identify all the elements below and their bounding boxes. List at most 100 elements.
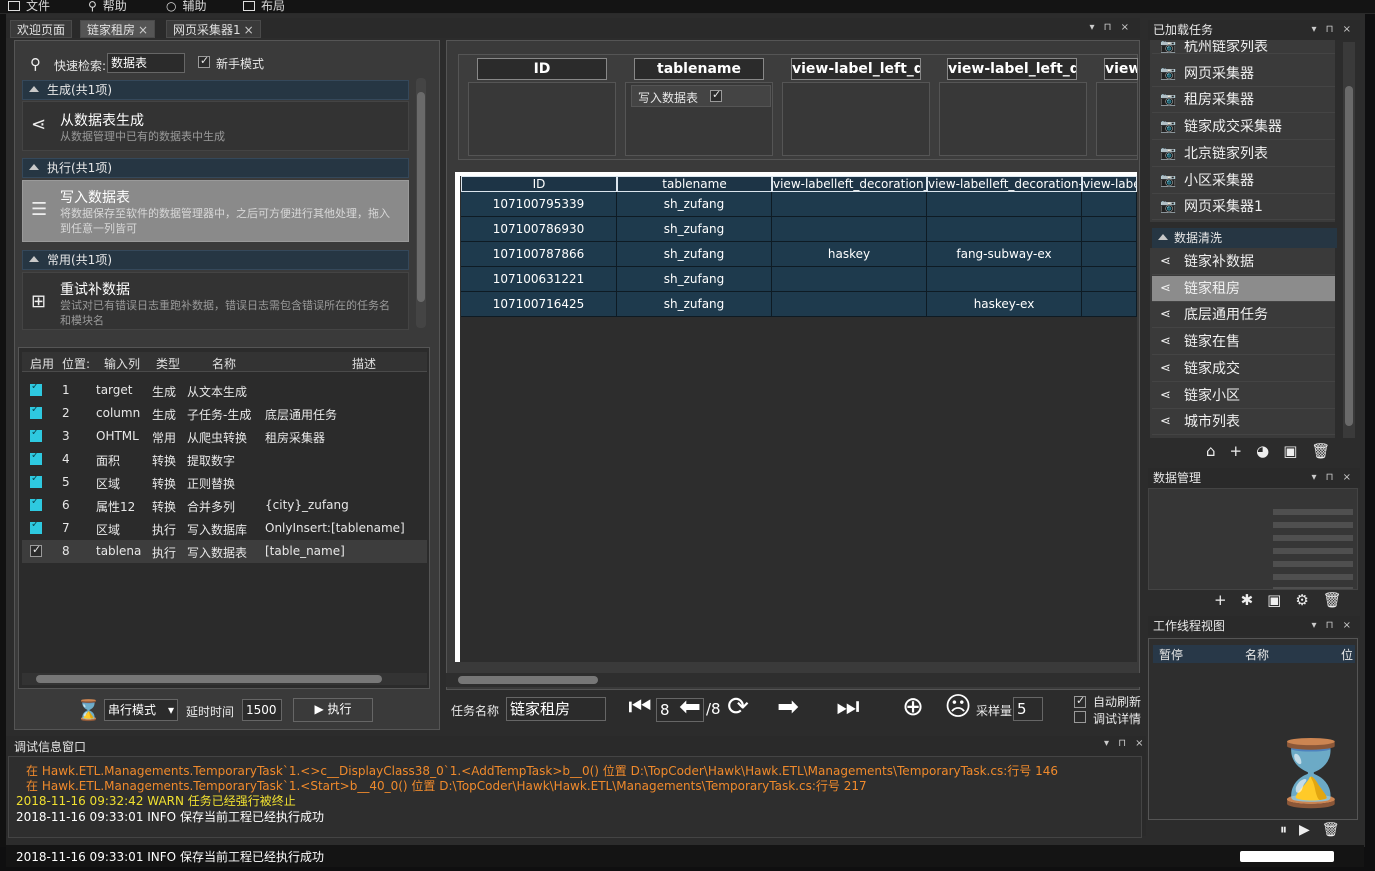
pipeline-row[interactable]: 1target生成从文本生成	[22, 379, 427, 402]
group-execute[interactable]: 执行(共1项)	[22, 158, 409, 178]
pipeline-row[interactable]: 7区域执行写入数据库OnlyInsert:[tablename]	[22, 517, 427, 540]
cleaning-task-item[interactable]: ⋖ 城市列表	[1152, 409, 1335, 436]
pipeline-row[interactable]: 8tablena执行写入数据表[table_name]	[22, 540, 427, 563]
trash-icon[interactable]: 🗑	[1311, 442, 1344, 460]
table-cell[interactable]: 107100631221	[461, 267, 617, 292]
enable-checkbox[interactable]	[30, 545, 42, 557]
prop-col-tablename[interactable]: tablename	[634, 58, 764, 80]
prop-col-id[interactable]: ID	[477, 58, 607, 80]
enable-checkbox[interactable]	[30, 453, 42, 465]
prop-col-view[interactable]: view	[1104, 58, 1138, 80]
table-cell[interactable]	[772, 267, 927, 292]
cleaning-task-item[interactable]: ⋖ 链家小区	[1152, 383, 1335, 409]
enable-checkbox[interactable]	[30, 476, 42, 488]
enable-checkbox[interactable]	[30, 430, 42, 442]
add-icon[interactable]: +	[1214, 591, 1241, 609]
table-cell[interactable]: sh_zufang	[617, 242, 772, 267]
table-cell[interactable]	[772, 217, 927, 242]
novice-checkbox[interactable]	[198, 54, 210, 71]
table-cell[interactable]	[927, 217, 1082, 242]
menu-assist[interactable]: ○ 辅助	[166, 0, 207, 14]
enable-checkbox[interactable]	[30, 384, 42, 396]
panel-controls[interactable]: ▾ ⊓ ×	[1311, 468, 1354, 488]
debug-icon[interactable]: ☹	[942, 692, 974, 724]
table-cell[interactable]	[772, 192, 927, 217]
palette-icon[interactable]: ◕	[1256, 442, 1283, 460]
zoom-icon[interactable]: ⊕	[897, 692, 929, 724]
debug-detail-checkbox[interactable]	[1074, 711, 1086, 726]
table-cell[interactable]	[1082, 217, 1137, 242]
auto-refresh-checkbox[interactable]	[1074, 694, 1086, 711]
menu-help[interactable]: ⚲ 帮助	[88, 0, 127, 14]
table-header-view-label-1[interactable]: view-labelleft_decoration_c	[772, 176, 927, 192]
module-card-from-table[interactable]: ⋖ 从数据表生成 从数据管理中已有的数据表中生成	[22, 101, 409, 151]
table-cell[interactable]: haskey-ex	[927, 292, 1082, 317]
cleaning-task-item[interactable]: ⋖ 链家租房	[1152, 275, 1335, 302]
add-icon[interactable]: +	[1230, 442, 1257, 460]
sample-input[interactable]: 5	[1013, 697, 1043, 721]
pipeline-row[interactable]: 6属性12转换合并多列{city}_zufang	[22, 494, 427, 517]
table-cell[interactable]: 107100786930	[461, 217, 617, 242]
loaded-task-item[interactable]: 📷 网页采集器1	[1152, 194, 1335, 221]
table-cell[interactable]: fang-subway-ex	[927, 242, 1082, 267]
table-cell[interactable]: sh_zufang	[617, 267, 772, 292]
search-input[interactable]: 数据表	[107, 53, 185, 73]
save-icon[interactable]: ▣	[1267, 591, 1295, 609]
table-cell[interactable]: sh_zufang	[617, 292, 772, 317]
loaded-task-item[interactable]: 📷 小区采集器	[1152, 168, 1335, 194]
table-cell[interactable]: 107100795339	[461, 192, 617, 217]
table-header-id[interactable]: ID	[461, 176, 617, 192]
loaded-task-item[interactable]: 📷 网页采集器	[1152, 61, 1335, 87]
home-icon[interactable]: ⌂	[1206, 442, 1230, 460]
table-row[interactable]: 107100631221 sh_zufang	[461, 267, 1137, 292]
table-cell[interactable]	[1082, 267, 1137, 292]
pipeline-row[interactable]: 4面积转换提取数字	[22, 448, 427, 471]
table-row[interactable]: 107100786930 sh_zufang	[461, 217, 1137, 242]
trash-icon[interactable]: 🗑	[1323, 591, 1356, 609]
group-generate[interactable]: 生成(共1项)	[22, 80, 409, 100]
table-cell[interactable]	[1082, 242, 1137, 267]
task-name-input[interactable]: 链家租房	[506, 697, 606, 721]
refresh-icon[interactable]: ⟳	[722, 692, 754, 724]
loaded-task-item[interactable]: 📷 杭州链家列表	[1152, 40, 1335, 54]
save-icon[interactable]: ▣	[1283, 442, 1311, 460]
mode-select[interactable]: 串行模式 ▾	[104, 699, 178, 721]
table-row[interactable]: 107100795339 sh_zufang	[461, 192, 1137, 217]
loaded-task-item[interactable]: 📷 链家成交采集器	[1152, 114, 1335, 141]
enable-checkbox[interactable]	[30, 499, 42, 511]
enable-checkbox[interactable]	[30, 522, 42, 534]
panel-controls[interactable]: ▾ ⊓ ×	[1104, 738, 1147, 749]
close-icon[interactable]: ×	[244, 23, 254, 37]
task-scrollbar[interactable]	[1343, 42, 1355, 438]
pipeline-row[interactable]: 5区域转换正则替换	[22, 471, 427, 494]
table-cell[interactable]: sh_zufang	[617, 192, 772, 217]
gear-icon[interactable]: ⚙	[1295, 591, 1322, 609]
tab-welcome[interactable]: 欢迎页面	[10, 20, 73, 38]
pipeline-hscroll[interactable]	[22, 673, 427, 685]
table-cell[interactable]	[772, 292, 927, 317]
delay-input[interactable]: 1500	[242, 699, 282, 721]
execute-button[interactable]: ▶ 执行	[293, 698, 373, 722]
menu-file[interactable]: 文件	[8, 0, 50, 14]
cleaning-task-item[interactable]: ⋖ 底层通用任务	[1152, 302, 1335, 329]
loaded-task-item[interactable]: 📷 租房采集器	[1152, 87, 1335, 114]
first-page-icon[interactable]: ⏮	[624, 692, 656, 724]
table-row[interactable]: 107100716425 sh_zufang haskey-ex	[461, 292, 1137, 317]
table-header-view-label-3[interactable]: view-labe	[1082, 176, 1137, 192]
module-scrollbar[interactable]	[416, 78, 426, 328]
pipeline-row[interactable]: 3OHTML常用从爬虫转换租房采集器	[22, 425, 427, 448]
table-hscroll[interactable]	[446, 673, 1140, 687]
table-cell[interactable]: haskey	[772, 242, 927, 267]
play-icon[interactable]: ▶	[1299, 822, 1322, 838]
tab-lianjia-rent[interactable]: 链家租房 ×	[80, 20, 156, 38]
table-row[interactable]: 107100787866 sh_zufang haskey fang-subway-e…	[461, 242, 1137, 267]
panel-controls[interactable]: ▾ ⊓ ×	[1311, 616, 1354, 636]
write-table-tag[interactable]: 写入数据表	[631, 85, 771, 107]
table-cell[interactable]: 107100716425	[461, 292, 617, 317]
pipeline-row[interactable]: 2column生成子任务-生成底层通用任务	[22, 402, 427, 425]
cleaning-task-item[interactable]: ⋖ 链家在售	[1152, 329, 1335, 356]
module-card-write-table[interactable]: ☰ 写入数据表 将数据保存至软件的数据管理器中，之后可方便进行其他处理，拖入到任…	[22, 180, 409, 242]
trash-icon[interactable]: 🗑	[1322, 822, 1352, 838]
group-common[interactable]: 常用(共1项)	[22, 250, 409, 270]
table-cell[interactable]	[927, 192, 1082, 217]
